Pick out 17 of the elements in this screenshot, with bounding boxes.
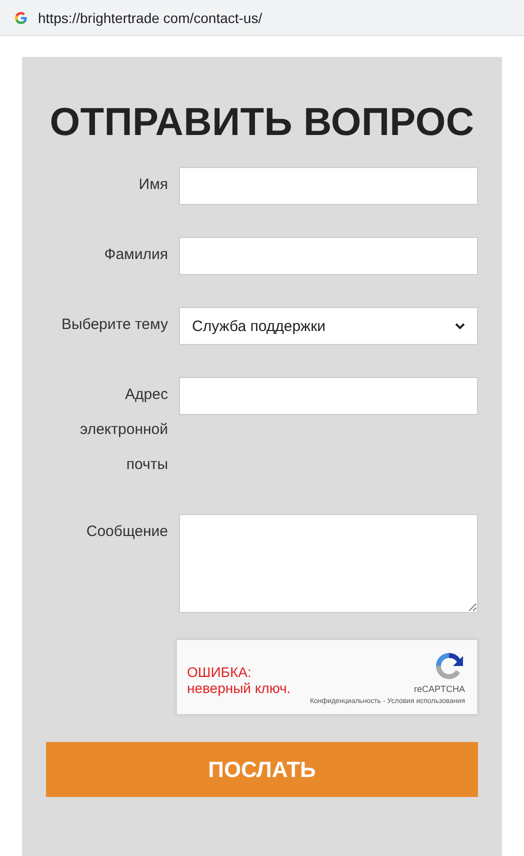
message-field[interactable] xyxy=(179,514,478,613)
field-label: Адрес электронной почты xyxy=(79,385,168,475)
recaptcha-label: reCAPTCHA xyxy=(414,684,465,694)
field-label: Сообщение xyxy=(85,522,168,542)
chevron-down-icon xyxy=(455,322,465,330)
field-label: Имя xyxy=(138,175,168,195)
recaptcha-icon xyxy=(433,650,465,682)
google-icon xyxy=(14,10,28,24)
topic-select[interactable]: Служба поддержки xyxy=(179,307,478,345)
captcha-error: ОШИБКА: неверный ключ. xyxy=(187,664,292,696)
input-field[interactable] xyxy=(179,237,478,275)
url-text[interactable]: https://brightertrade com/contact-us/ xyxy=(38,10,262,26)
field-label: Фамилия xyxy=(103,245,168,265)
field-label: Выберите тему xyxy=(60,315,168,335)
form-title: ОТПРАВИТЬ ВОПРОС xyxy=(48,100,476,146)
input-field[interactable] xyxy=(179,167,478,205)
input-field[interactable] xyxy=(179,377,478,415)
